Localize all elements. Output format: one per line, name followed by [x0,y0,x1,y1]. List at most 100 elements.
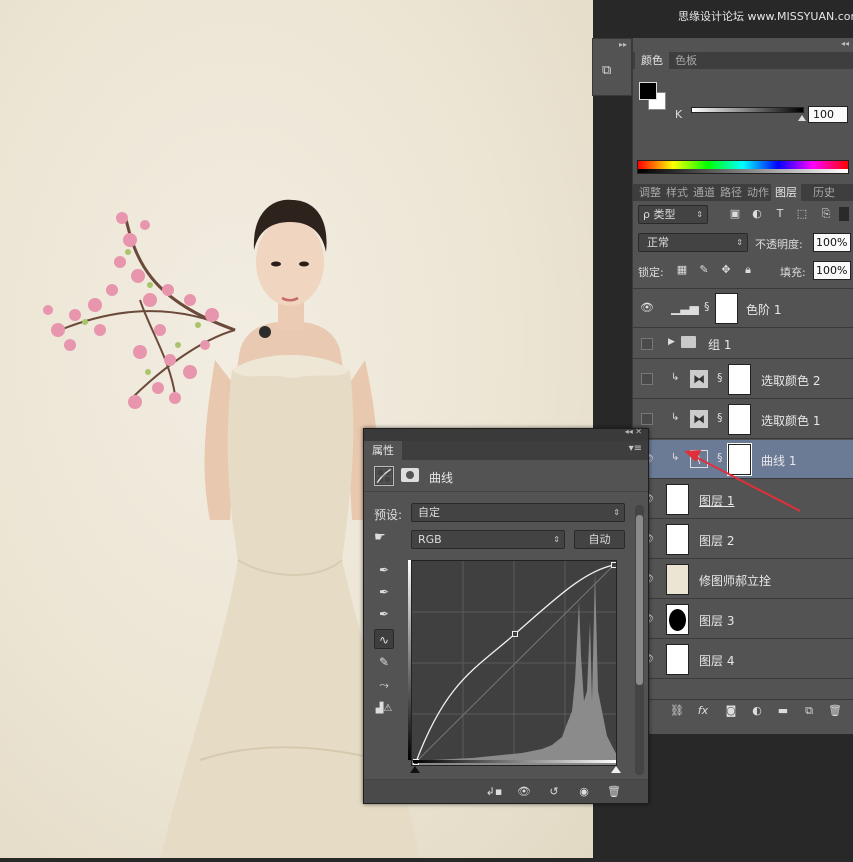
link-layers-icon[interactable]: ⛓︎ [669,703,685,719]
black-point-eyedropper-icon[interactable]: ✒ [374,560,394,580]
reset-adjustment-icon[interactable]: ↺ [544,783,564,801]
delete-layer-trash-icon[interactable]: 🗑︎ [827,703,843,719]
tab-paths[interactable]: 路径 [716,184,746,201]
link-chain-icon[interactable]: § [717,371,727,387]
layer-thumbnail[interactable] [666,524,689,555]
clipping-warning-icon[interactable]: ▟⚠ [374,699,394,719]
layer-style-fx-icon[interactable]: fx [695,703,711,719]
curve-control-point[interactable] [611,562,617,568]
layer-row-levels-1[interactable]: 👁︎ ▁▃▅ § 色阶 1 [633,289,853,328]
k-channel-slider[interactable] [691,107,804,113]
layer-row-selective-color-2[interactable]: ↳ ⧓ § 选取颜色 2 [633,360,853,399]
layer-row-layer-1[interactable]: 👁︎ 图层 1 [633,480,853,519]
lock-transparent-icon[interactable]: ▦ [675,263,689,277]
filter-shape-icon[interactable]: ⬚ [795,207,809,221]
visibility-toggle-off[interactable] [641,373,653,385]
link-chain-icon[interactable]: § [717,411,727,427]
toggle-visibility-eye-icon[interactable]: ◉ [574,783,594,801]
black-point-slider[interactable] [410,766,420,773]
tab-styles[interactable]: 样式 [662,184,692,201]
properties-titlebar[interactable]: ◂◂ ✕ [364,427,648,441]
preset-select[interactable]: 自定 ⇕ [411,503,625,522]
curves-icon[interactable] [374,466,394,486]
mask-icon[interactable] [401,468,419,482]
new-layer-icon[interactable]: ⧉ [801,703,817,719]
visibility-toggle-off[interactable] [641,338,653,350]
layer-row-group-1[interactable]: ▶ 组 1 [633,329,853,359]
filter-smart-object-icon[interactable]: ⎘ [819,207,833,221]
new-group-folder-icon[interactable]: ▬ [775,703,791,719]
blend-mode-row: 正常 ⇕ 不透明度: 100% [633,231,853,255]
collapsed-panel-strip[interactable]: ▸▸ ⧉ [592,38,632,96]
expand-group-icon[interactable]: ▶ [668,337,675,347]
filter-type-icon[interactable]: T [773,207,787,221]
layer-filter-select[interactable]: ρ 类型 ⇕ [638,205,708,224]
opacity-field[interactable]: 100% [813,233,851,252]
layer-row-selective-color-1[interactable]: ↳ ⧓ § 选取颜色 1 [633,400,853,439]
curve-control-point[interactable] [512,630,518,637]
gray-point-eyedropper-icon[interactable]: ✒ [374,582,394,602]
layer-mask-thumb[interactable] [728,404,751,435]
blend-mode-select[interactable]: 正常 ⇕ [638,233,748,252]
view-previous-state-icon[interactable]: 👁︎ [514,783,534,801]
tab-color[interactable]: 颜色 [635,52,669,69]
panel-menu-icon[interactable]: ▾≡ [629,443,642,454]
tab-layers[interactable]: 图层 [771,184,801,201]
white-point-slider[interactable] [611,766,621,773]
color-spectrum-bar[interactable] [637,160,849,174]
layer-thumbnail[interactable] [666,484,689,515]
layer-list: 👁︎ ▁▃▅ § 色阶 1 ▶ 组 1 ↳ ⧓ § 选取颜色 2 ↳ ⧓ § 选… [633,288,853,698]
link-chain-icon[interactable]: § [704,300,714,316]
layer-row-layer-2[interactable]: 👁︎ 图层 2 [633,520,853,559]
eye-icon[interactable]: 👁︎ [640,301,654,315]
layer-row-retoucher[interactable]: 👁︎ 修图师郝立拴 [633,560,853,599]
add-mask-icon[interactable]: ◙ [723,703,739,719]
layer-row-layer-3[interactable]: 👁︎ 图层 3 [633,600,853,639]
smooth-curve-icon[interactable]: ⤳ [374,675,394,695]
collapse-panels-icon[interactable]: ◂◂ [841,39,849,48]
tab-actions[interactable]: 动作 [743,184,773,201]
layer-mask-thumb[interactable] [728,364,751,395]
layer-mask-thumb[interactable] [727,443,752,476]
lock-all-icon[interactable]: 🔒︎ [741,263,755,277]
clip-to-layer-icon[interactable]: ↲▪ [484,783,504,801]
draw-pencil-icon[interactable]: ✎ [374,652,394,672]
tab-swatches[interactable]: 色板 [669,52,703,69]
on-image-adjust-hand-icon[interactable]: ☛ [374,530,386,545]
tab-adjustments[interactable]: 调整 [635,184,665,201]
filter-pixel-icon[interactable]: ▣ [728,207,742,221]
curve-graph[interactable] [411,560,617,766]
tool-preset-icon[interactable]: ⧉ [602,63,622,81]
layer-filter-row: ρ 类型 ⇕ ▣ ◐ T ⬚ ⎘ [633,203,853,227]
link-chain-icon[interactable]: § [717,451,727,467]
auto-button[interactable]: 自动 [574,530,625,549]
layer-row-layer-4[interactable]: 👁︎ 图层 4 [633,640,853,679]
layer-thumbnail[interactable] [666,644,689,675]
layer-row-curves-1[interactable]: 👁︎ ↳ ⌇ § 曲线 1 [633,440,853,479]
scrollbar-thumb[interactable] [636,515,643,685]
delete-adjustment-trash-icon[interactable]: 🗑︎ [604,783,624,801]
filter-adjustment-icon[interactable]: ◐ [750,207,764,221]
tab-properties[interactable]: 属性 [364,441,402,460]
tab-channels[interactable]: 通道 [689,184,719,201]
lock-pixels-icon[interactable]: ✎ [697,263,711,277]
properties-scrollbar[interactable] [635,505,644,775]
fill-field[interactable]: 100% [813,261,851,280]
foreground-color-swatch[interactable] [639,82,657,100]
layer-mask-thumb[interactable] [715,293,738,324]
layer-thumbnail[interactable] [666,564,689,595]
tab-history[interactable]: 历史 [809,184,839,201]
channel-select[interactable]: RGB ⇕ [411,530,565,549]
visibility-toggle-off[interactable] [641,413,653,425]
edit-points-curve-icon[interactable]: ∿ [374,629,394,649]
collapse-close-icon[interactable]: ◂◂ ✕ [625,427,642,436]
new-adjustment-icon[interactable]: ◐ [749,703,765,719]
expand-panels-icon[interactable]: ▸▸ [619,40,627,49]
white-point-eyedropper-icon[interactable]: ✒ [374,604,394,624]
layer-thumbnail[interactable] [666,604,689,635]
k-slider-thumb[interactable] [798,115,806,121]
lock-position-icon[interactable]: ✥ [719,263,733,277]
filter-toggle-icon[interactable] [839,207,849,221]
k-value-field[interactable]: 100 [808,106,848,123]
properties-tab-row: 属性 ▾≡ [364,441,648,460]
